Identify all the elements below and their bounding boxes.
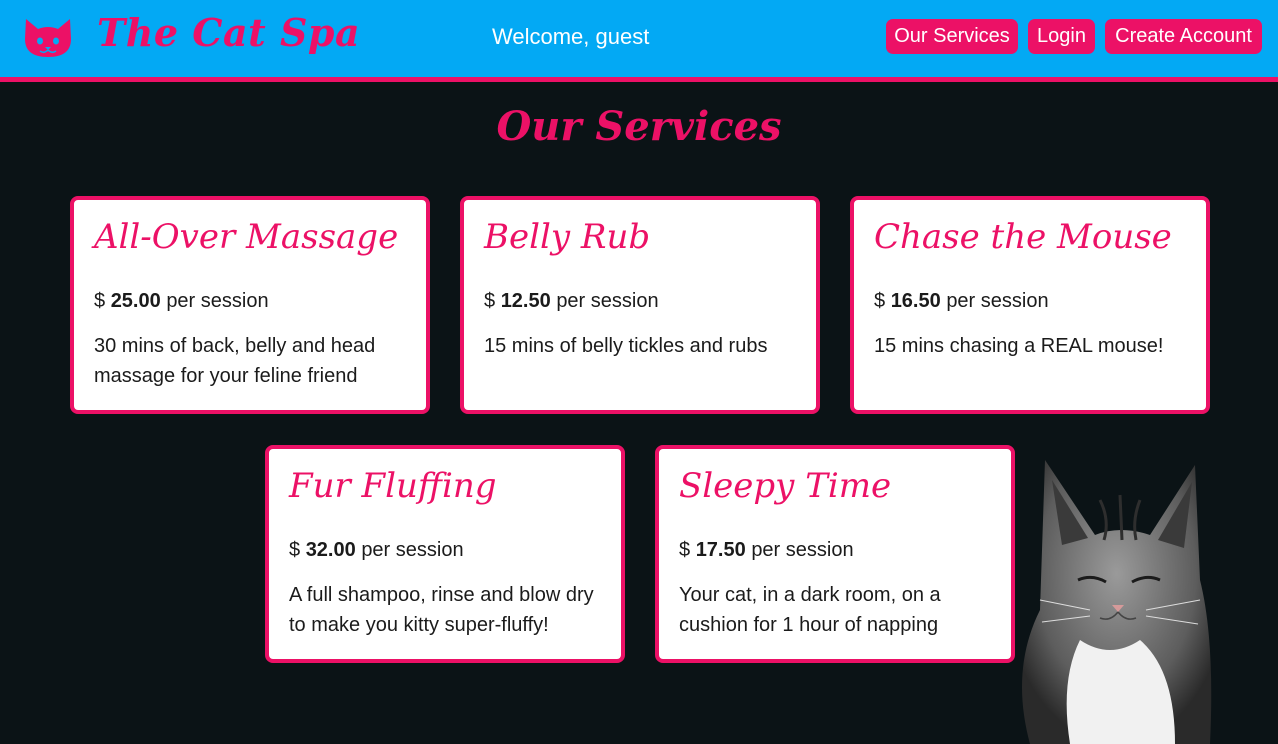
per-session-label: per session: [751, 539, 854, 561]
service-card-sleepy-time: Sleepy Time $ 17.50 per session Your cat…: [655, 445, 1015, 663]
price-value: 25.00: [110, 290, 161, 312]
currency-symbol: $: [484, 290, 496, 312]
our-services-button[interactable]: Our Services: [886, 19, 1018, 54]
service-description: A full shampoo, rinse and blow dry to ma…: [289, 584, 594, 636]
create-account-button[interactable]: Create Account: [1105, 19, 1262, 54]
per-session-label: per session: [556, 290, 659, 312]
service-card-chase-the-mouse: Chase the Mouse $ 16.50 per session 15 m…: [850, 196, 1210, 414]
navbar: The Cat Spa Welcome, guest Our Services …: [0, 0, 1278, 82]
service-price: $ 16.50 per session: [874, 290, 1186, 313]
per-session-label: per session: [361, 539, 464, 561]
service-name: Chase the Mouse: [874, 217, 1172, 257]
currency-symbol: $: [679, 539, 691, 561]
service-name: All-Over Massage: [94, 217, 399, 257]
service-price: $ 32.00 per session: [289, 539, 601, 562]
price-value: 17.50: [695, 539, 746, 561]
service-card-fur-fluffing: Fur Fluffing $ 32.00 per session A full …: [265, 445, 625, 663]
sleeping-cat-image: [1022, 460, 1212, 744]
service-card-belly-rub: Belly Rub $ 12.50 per session 15 mins of…: [460, 196, 820, 414]
service-price: $ 17.50 per session: [679, 539, 991, 562]
currency-symbol: $: [874, 290, 886, 312]
service-name: Belly Rub: [484, 217, 651, 257]
currency-symbol: $: [94, 290, 106, 312]
service-description: Your cat, in a dark room, on a cushion f…: [679, 584, 941, 636]
service-description: 30 mins of back, belly and head massage …: [94, 335, 376, 387]
service-price: $ 12.50 per session: [484, 290, 796, 313]
price-value: 16.50: [890, 290, 941, 312]
cat-face-icon[interactable]: [22, 17, 74, 59]
welcome-message: Welcome, guest: [492, 24, 650, 49]
login-button[interactable]: Login: [1028, 19, 1095, 54]
brand-title[interactable]: The Cat Spa: [97, 10, 360, 55]
service-description: 15 mins of belly tickles and rubs: [484, 335, 768, 357]
page-title: Our Services: [496, 103, 782, 150]
service-card-all-over-massage: All-Over Massage $ 25.00 per session 30 …: [70, 196, 430, 414]
service-name: Fur Fluffing: [289, 466, 497, 506]
service-description: 15 mins chasing a REAL mouse!: [874, 335, 1164, 357]
price-value: 12.50: [500, 290, 551, 312]
per-session-label: per session: [946, 290, 1049, 312]
per-session-label: per session: [166, 290, 269, 312]
currency-symbol: $: [289, 539, 301, 561]
service-price: $ 25.00 per session: [94, 290, 406, 313]
service-name: Sleepy Time: [679, 466, 892, 506]
price-value: 32.00: [305, 539, 356, 561]
